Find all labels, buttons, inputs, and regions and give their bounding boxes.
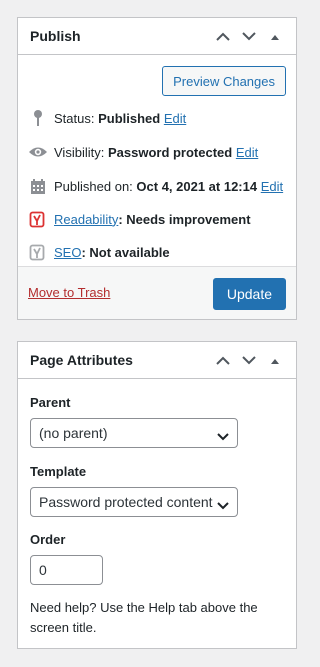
visibility-value: Password protected: [107, 144, 233, 160]
template-select-value: Password protected content: [39, 494, 213, 510]
yoast-icon: [28, 209, 48, 229]
chevron-up-icon[interactable]: [210, 24, 236, 50]
triangle-up-icon[interactable]: [262, 24, 288, 50]
order-input[interactable]: 0: [30, 555, 103, 585]
visibility-edit-link[interactable]: Edit: [236, 145, 258, 160]
visibility-row: Visibility: Password protected Edit: [28, 142, 258, 162]
seo-row: SEO: Not available: [28, 242, 170, 262]
eye-icon: [28, 142, 48, 162]
status-edit-link[interactable]: Edit: [164, 111, 186, 126]
readability-row: Readability: Needs improvement: [28, 209, 251, 229]
triangle-up-icon[interactable]: [262, 348, 288, 374]
order-label: Order: [30, 532, 66, 547]
publish-box: Publish Preview Changes Status: Publishe…: [17, 17, 297, 320]
status-value: Published: [98, 110, 161, 126]
page-attributes-header: Page Attributes: [18, 342, 296, 379]
parent-select[interactable]: (no parent): [30, 418, 238, 448]
parent-label: Parent: [30, 395, 71, 410]
published-row: Published on: Oct 4, 2021 at 12:14 Edit: [28, 176, 283, 196]
pin-icon: [28, 108, 48, 128]
chevron-down-icon[interactable]: [236, 24, 262, 50]
template-label: Template: [30, 464, 87, 479]
update-button[interactable]: Update: [212, 278, 286, 310]
publish-header: Publish: [18, 18, 296, 55]
page-attributes-title: Page Attributes: [30, 352, 133, 368]
move-to-trash-link[interactable]: Move to Trash: [28, 285, 110, 300]
calendar-icon: [28, 176, 48, 196]
publish-title: Publish: [30, 28, 81, 44]
chevron-down-icon[interactable]: [236, 348, 262, 374]
published-edit-link[interactable]: Edit: [261, 179, 283, 194]
readability-link[interactable]: Readability: [54, 212, 118, 227]
published-label: Published on:: [54, 178, 133, 194]
seo-link[interactable]: SEO: [54, 245, 81, 260]
publish-footer: Move to Trash Update: [18, 266, 296, 319]
readability-value: : Needs improvement: [118, 211, 251, 227]
chevron-down-icon: [217, 428, 229, 444]
published-value: Oct 4, 2021 at 12:14: [136, 178, 258, 194]
template-select[interactable]: Password protected content: [30, 487, 238, 517]
help-text: Need help? Use the Help tab above the sc…: [30, 600, 258, 635]
seo-value: : Not available: [81, 244, 170, 260]
visibility-label: Visibility:: [54, 144, 105, 160]
yoast-icon: [28, 242, 48, 262]
preview-changes-button[interactable]: Preview Changes: [162, 66, 286, 96]
page-attributes-box: Page Attributes Parent (no parent) Templ…: [17, 341, 297, 649]
status-label: Status:: [54, 110, 95, 126]
chevron-up-icon[interactable]: [210, 348, 236, 374]
chevron-down-icon: [217, 497, 229, 513]
status-row: Status: Published Edit: [28, 108, 186, 128]
parent-select-value: (no parent): [39, 425, 108, 441]
